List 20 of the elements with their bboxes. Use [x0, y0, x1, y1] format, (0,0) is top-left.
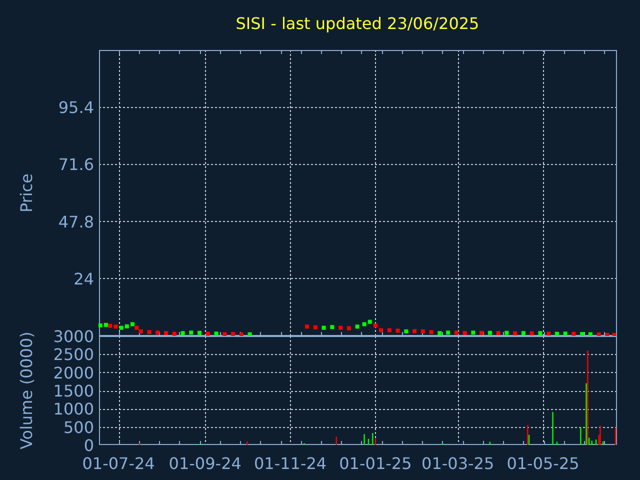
y-axis-label: Price [17, 173, 36, 213]
y-tick-label: 2000 [53, 363, 94, 382]
y-tick-label: 1500 [53, 382, 94, 400]
y-axis-label: Volume (0000) [17, 332, 36, 450]
y-tick-label: 3000 [53, 327, 94, 346]
chart-title: SISI - last updated 23/06/2025 [236, 14, 480, 33]
y-tick-label: 1000 [53, 400, 94, 419]
y-tick-label: 24 [74, 269, 94, 288]
y-tick-label: 500 [63, 418, 94, 437]
y-tick-label: 71.6 [58, 155, 94, 174]
x-tick-label: 01-01-25 [339, 454, 412, 473]
x-tick-label: 01-11-24 [254, 454, 327, 473]
x-tick-label: 01-07-24 [82, 454, 155, 473]
y-tick-label: 47.8 [58, 212, 94, 232]
x-tick-label: 01-03-25 [422, 454, 494, 473]
x-tick-label: 01-05-25 [506, 454, 580, 473]
x-tick-label: 01-09-24 [168, 454, 242, 473]
y-tick-label: 0 [84, 436, 94, 455]
y-tick-label: 95.4 [58, 98, 94, 118]
y-tick-label: 2500 [53, 345, 94, 364]
